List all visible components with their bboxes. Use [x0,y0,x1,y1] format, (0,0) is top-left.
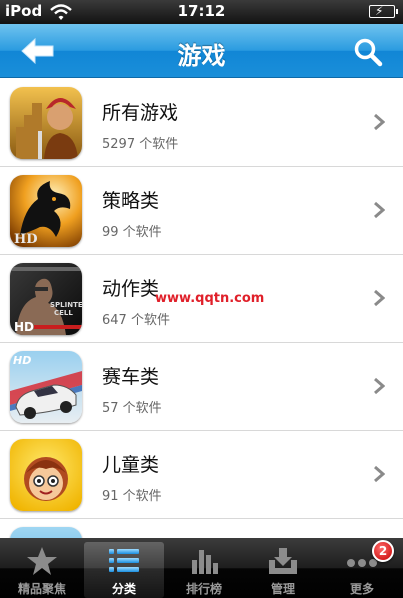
tab-more[interactable]: 2 更多 [322,538,402,598]
list-item[interactable]: 儿童类 91 个软件 [0,431,403,519]
chevron-right-icon [374,289,385,307]
dragon-hd-icon: HD [10,175,82,247]
page-title: 游戏 [177,42,226,70]
category-name: 动作类 [102,278,160,300]
category-name: 儿童类 [102,454,160,476]
tab-label: 更多 [349,582,374,596]
nav-bar: 游戏 [0,24,403,78]
star-icon [27,547,57,575]
tab-label: 分类 [111,582,136,596]
category-name: 策略类 [102,190,160,212]
app-count: 57 个软件 [102,401,162,416]
tab-featured[interactable]: 精品聚焦 [2,538,82,598]
list-item[interactable] [0,519,403,538]
search-icon[interactable] [353,37,383,67]
download-tray-icon [269,548,297,574]
app-count: 99 个软件 [102,225,162,240]
bar-chart-icon [192,550,218,574]
temple-warrior-icon [10,87,82,159]
chevron-right-icon [374,113,385,131]
list-item[interactable]: HD 策略类 99 个软件 [0,167,403,255]
category-name: 赛车类 [102,366,160,388]
svg-text:HD: HD [14,320,34,334]
notification-badge: 2 [372,540,394,562]
app-count: 647 个软件 [102,313,170,328]
chevron-right-icon [374,201,385,219]
svg-text:HD: HD [13,354,31,367]
chevron-right-icon [374,377,385,395]
cartoon-kid-icon [10,439,82,511]
tab-label: 排行榜 [185,582,222,596]
app-icon [10,527,82,538]
status-bar: iPod 17:12 ⚡ [0,0,403,24]
list-item[interactable]: 所有游戏 5297 个软件 [0,79,403,167]
splinter-cell-hd-icon: SPLINTER CELL HD [10,263,82,335]
tab-label: 精品聚焦 [17,582,66,596]
app-count: 5297 个软件 [102,137,179,152]
list-item[interactable]: HD 赛车类 57 个软件 [0,343,403,431]
tab-bar: 精品聚焦 分类 排行榜 管理 2 更多 [0,538,403,598]
race-car-hd-icon: HD [10,351,82,423]
app-count: 91 个软件 [102,489,162,504]
battery-icon: ⚡ [369,4,398,18]
svg-text:CELL: CELL [54,309,73,317]
tab-rankings[interactable]: 排行榜 [164,538,244,598]
list-icon [109,549,139,572]
svg-text:HD: HD [14,232,38,247]
svg-text:SPLINTER: SPLINTER [50,301,82,309]
charging-bolt-icon: ⚡ [375,4,384,18]
chevron-right-icon [374,465,385,483]
tab-categories[interactable]: 分类 [84,542,164,598]
clock-time: 17:12 [177,2,226,20]
tab-label: 管理 [270,582,295,596]
category-list: 所有游戏 5297 个软件 HD 策略类 99 个软件 SPLINTE CELL… [0,79,403,538]
tab-manage[interactable]: 管理 [243,538,323,598]
watermark-text: www.qqtn.com [155,291,265,306]
category-name: 所有游戏 [102,102,179,124]
